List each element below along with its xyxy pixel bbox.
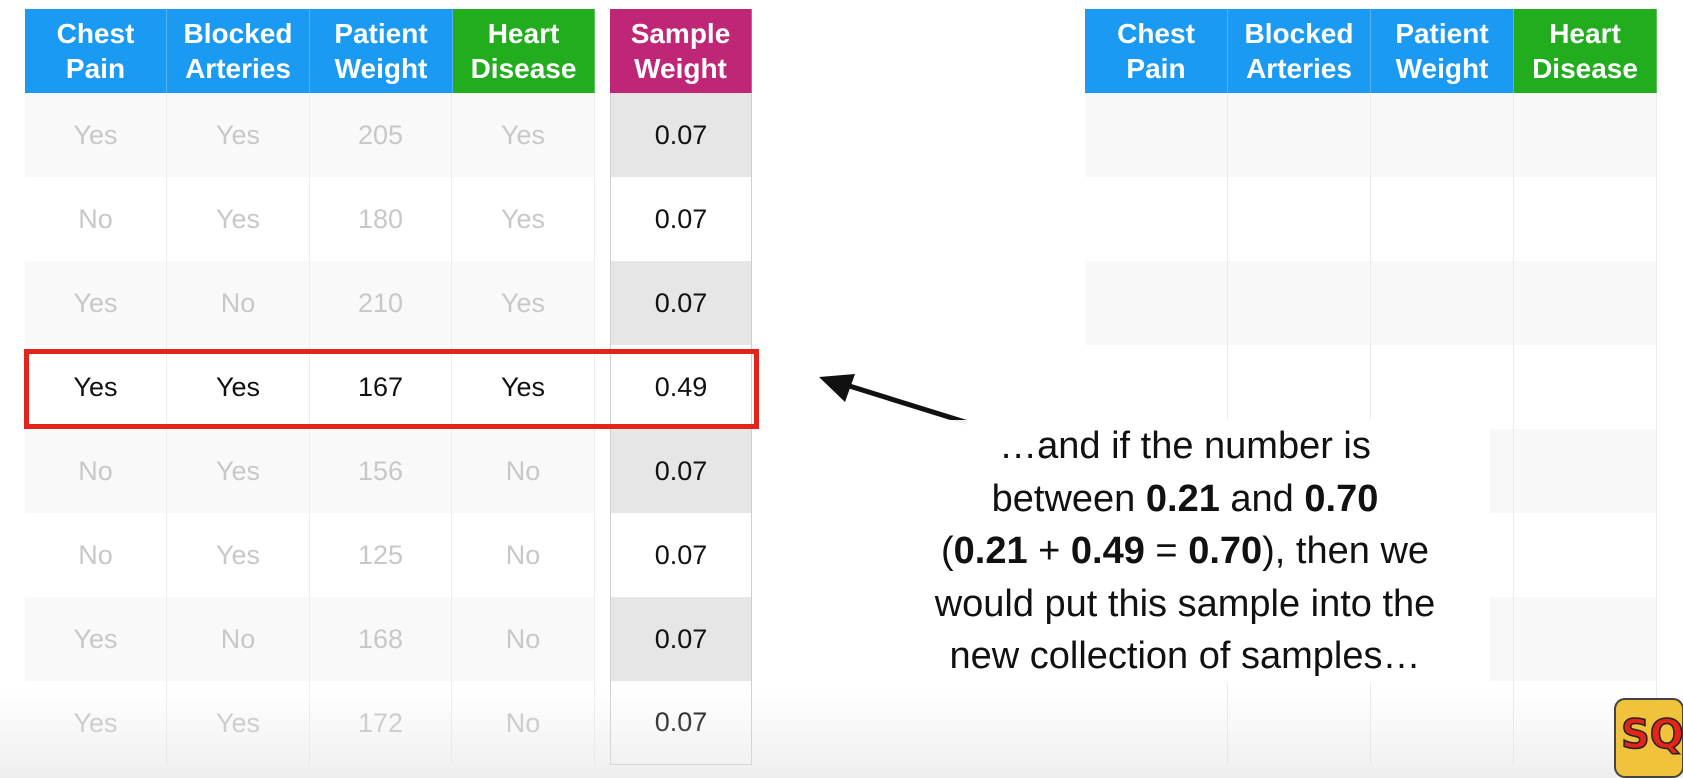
- annotation-line-5: new collection of samples…: [949, 635, 1421, 677]
- empty-cell: [1514, 261, 1657, 345]
- annotation-line-4: would put this sample into the: [934, 582, 1436, 625]
- empty-cell: [1514, 597, 1657, 681]
- cell-chest-pain: Yes: [25, 93, 167, 177]
- right-header-blocked-arteries: Blocked Arteries: [1228, 9, 1371, 93]
- empty-cell: [1228, 177, 1371, 261]
- cell-heart-disease: Yes: [453, 261, 595, 345]
- statquest-logo-icon: SQ: [1614, 698, 1683, 778]
- cell-patient-weight: 168: [310, 597, 452, 681]
- cell-sample-weight: 0.07: [610, 681, 752, 765]
- table-row: Yes Yes 205 Yes: [25, 93, 595, 177]
- empty-cell: [1085, 261, 1228, 345]
- cell-chest-pain: No: [25, 513, 167, 597]
- cell-heart-disease: No: [453, 681, 595, 765]
- empty-table-row: [1085, 93, 1657, 177]
- annotation-line-2: between 0.21 and 0.70: [991, 477, 1379, 520]
- cell-blocked-arteries: Yes: [168, 681, 310, 765]
- empty-cell: [1514, 429, 1657, 513]
- cell-patient-weight: 156: [310, 429, 452, 513]
- empty-table-row: [1085, 177, 1657, 261]
- svg-text:SQ: SQ: [1621, 712, 1683, 758]
- header-patient-weight: Patient Weight: [310, 9, 453, 93]
- cell-patient-weight: 180: [310, 177, 452, 261]
- cell-chest-pain: Yes: [25, 261, 167, 345]
- annotation-line-3: (0.21 + 0.49 = 0.70), then we: [940, 530, 1430, 572]
- cell-sample-weight: 0.07: [610, 597, 752, 681]
- right-header-heart-disease: Heart Disease: [1514, 9, 1657, 93]
- cell-sample-weight: 0.07: [610, 177, 752, 261]
- table-row: No Yes 180 Yes: [25, 177, 595, 261]
- cell-patient-weight: 172: [310, 681, 452, 765]
- empty-cell: [1228, 261, 1371, 345]
- cell-patient-weight: 210: [310, 261, 452, 345]
- empty-cell: [1514, 345, 1657, 429]
- cell-chest-pain: Yes: [25, 681, 167, 765]
- right-header-patient-weight: Patient Weight: [1371, 9, 1514, 93]
- empty-cell: [1371, 681, 1514, 765]
- empty-cell: [1371, 345, 1514, 429]
- annotation-text: …and if the number is between 0.21 and 0…: [880, 420, 1490, 683]
- cell-blocked-arteries: Yes: [168, 177, 310, 261]
- empty-cell: [1085, 345, 1228, 429]
- empty-cell: [1085, 93, 1228, 177]
- header-blocked-arteries: Blocked Arteries: [167, 9, 310, 93]
- empty-table-row: [1085, 345, 1657, 429]
- cell-blocked-arteries: No: [168, 261, 310, 345]
- empty-table-row: [1085, 681, 1657, 765]
- empty-cell: [1371, 93, 1514, 177]
- cell-heart-disease: No: [453, 429, 595, 513]
- empty-cell: [1371, 177, 1514, 261]
- annotation-line-1: …and if the number is: [999, 425, 1371, 467]
- empty-cell: [1514, 93, 1657, 177]
- empty-cell: [1371, 261, 1514, 345]
- highlight-box: [24, 349, 759, 429]
- empty-cell: [1085, 177, 1228, 261]
- right-header-chest-pain: Chest Pain: [1085, 9, 1228, 93]
- empty-table-row: [1085, 261, 1657, 345]
- cell-heart-disease: No: [453, 513, 595, 597]
- cell-blocked-arteries: Yes: [168, 429, 310, 513]
- cell-chest-pain: No: [25, 429, 167, 513]
- empty-cell: [1514, 513, 1657, 597]
- table-row: Yes No 168 No: [25, 597, 595, 681]
- empty-cell: [1228, 93, 1371, 177]
- cell-heart-disease: No: [453, 597, 595, 681]
- empty-cell: [1228, 345, 1371, 429]
- cell-heart-disease: Yes: [453, 177, 595, 261]
- header-chest-pain: Chest Pain: [25, 9, 167, 93]
- empty-cell: [1228, 681, 1371, 765]
- table-row: No Yes 156 No: [25, 429, 595, 513]
- cell-chest-pain: No: [25, 177, 167, 261]
- table-row: Yes No 210 Yes: [25, 261, 595, 345]
- table-row: No Yes 125 No: [25, 513, 595, 597]
- cell-sample-weight: 0.07: [610, 261, 752, 345]
- cell-blocked-arteries: No: [168, 597, 310, 681]
- cell-sample-weight: 0.07: [610, 429, 752, 513]
- cell-patient-weight: 205: [310, 93, 452, 177]
- table-row: Yes Yes 172 No: [25, 681, 595, 765]
- cell-blocked-arteries: Yes: [168, 513, 310, 597]
- header-sample-weight: Sample Weight: [610, 9, 752, 93]
- cell-patient-weight: 125: [310, 513, 452, 597]
- empty-cell: [1085, 681, 1228, 765]
- cell-chest-pain: Yes: [25, 597, 167, 681]
- cell-blocked-arteries: Yes: [168, 93, 310, 177]
- cell-sample-weight: 0.07: [610, 93, 752, 177]
- empty-cell: [1514, 177, 1657, 261]
- header-heart-disease: Heart Disease: [453, 9, 595, 93]
- cell-sample-weight: 0.07: [610, 513, 752, 597]
- cell-heart-disease: Yes: [453, 93, 595, 177]
